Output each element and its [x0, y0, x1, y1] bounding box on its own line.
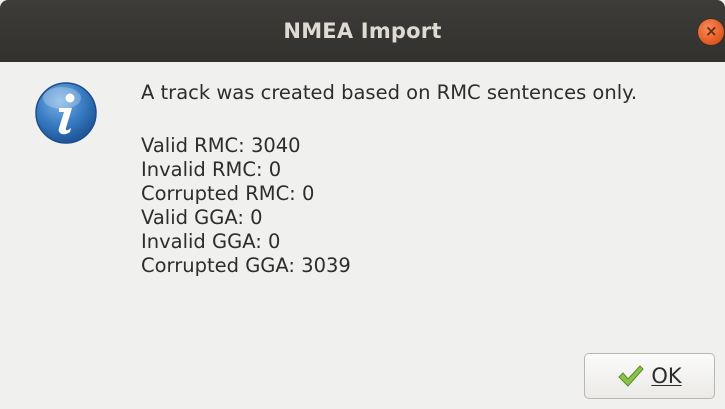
stat-invalid-rmc: Invalid RMC: 0 — [141, 158, 282, 181]
stats-list: Valid RMC: 3040 Invalid RMC: 0 Corrupted… — [141, 134, 637, 278]
message-headline: A track was created based on RMC sentenc… — [141, 81, 638, 104]
close-icon: × — [705, 22, 718, 40]
stat-corrupted-rmc: Corrupted RMC: 0 — [141, 182, 315, 205]
ok-button[interactable]: OK — [584, 353, 715, 399]
ok-button-label: OK — [651, 364, 682, 388]
stat-valid-gga: Valid GGA: 0 — [141, 206, 263, 229]
stat-valid-rmc: Valid RMC: 3040 — [141, 134, 301, 157]
info-icon — [35, 82, 97, 144]
title-bar: NMEA Import × — [0, 0, 725, 62]
window-title: NMEA Import — [283, 19, 442, 43]
stat-corrupted-gga: Corrupted GGA: 3039 — [141, 254, 351, 277]
message-body: A track was created based on RMC sentenc… — [141, 80, 637, 278]
close-button[interactable]: × — [698, 19, 724, 45]
nmea-import-dialog: NMEA Import × A track was created based … — [0, 0, 725, 409]
stat-invalid-gga: Invalid GGA: 0 — [141, 230, 281, 253]
check-icon — [618, 365, 645, 387]
